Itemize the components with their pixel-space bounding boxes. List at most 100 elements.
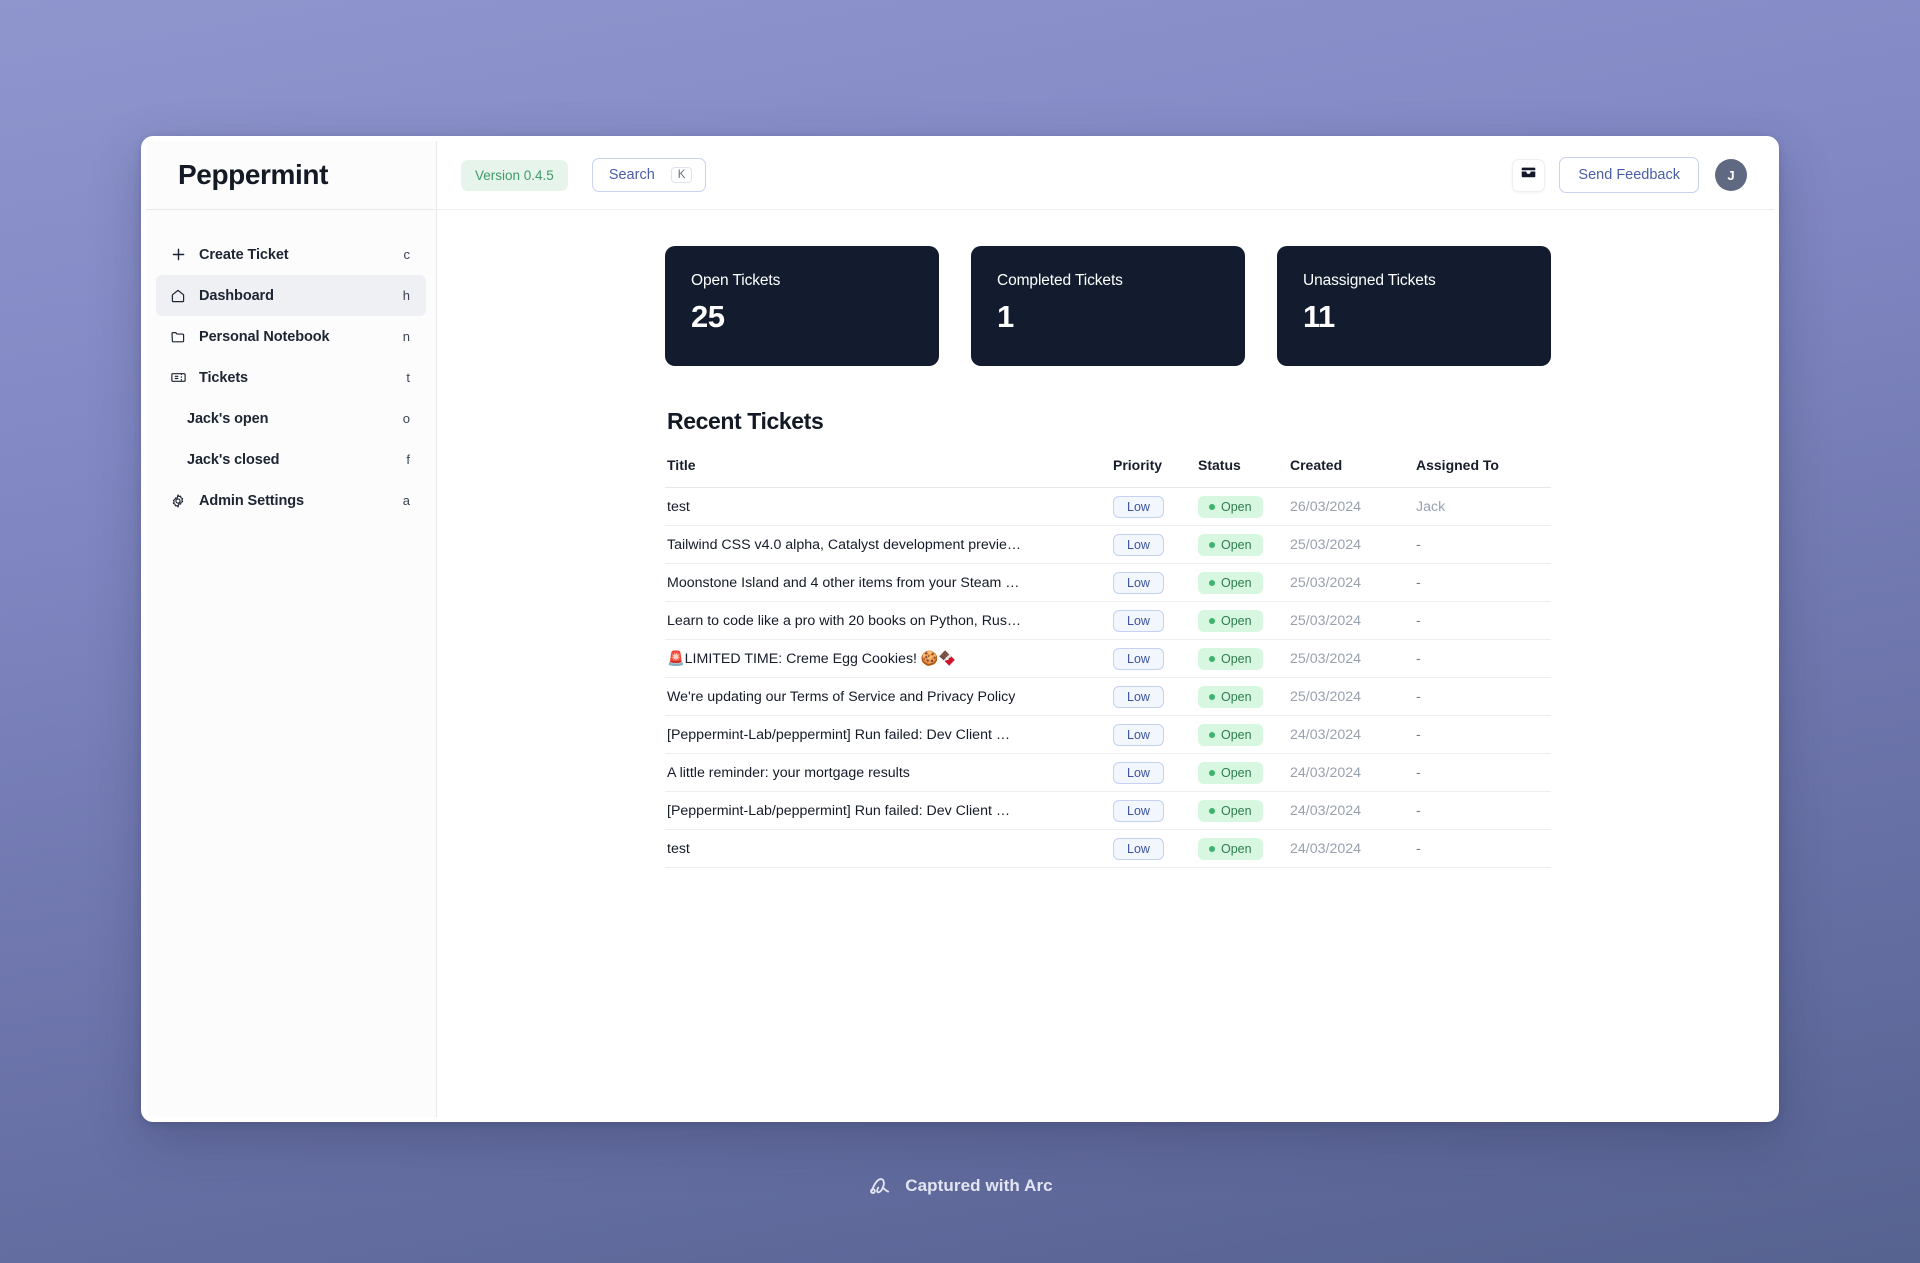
column-header-created: Created	[1288, 457, 1414, 488]
ticket-title-cell[interactable]: test	[665, 487, 1111, 526]
status-label: Open	[1221, 537, 1252, 552]
brand-title: Peppermint	[178, 159, 329, 190]
ticket-priority-cell: Low	[1111, 601, 1196, 640]
ticket-title-cell[interactable]: We're updating our Terms of Service and …	[665, 677, 1111, 716]
table-row[interactable]: [Peppermint-Lab/peppermint] Run failed: …	[665, 715, 1551, 754]
plus-icon	[168, 245, 188, 265]
table-row[interactable]: test Low Open 24/03/2024-	[665, 829, 1551, 868]
table-row[interactable]: Learn to code like a pro with 20 books o…	[665, 601, 1551, 640]
sidebar-item-admin-settings[interactable]: Admin Settings a	[156, 480, 426, 521]
priority-badge: Low	[1113, 723, 1164, 746]
status-label: Open	[1221, 841, 1252, 856]
sidebar-item-shortcut: n	[402, 329, 410, 344]
ticket-created-cell: 25/03/2024	[1288, 639, 1414, 678]
status-dot-icon	[1209, 655, 1215, 662]
sidebar-item-shortcut: c	[403, 247, 411, 262]
sidebar-item-jacks-closed[interactable]: Jack's closed f	[156, 439, 426, 480]
search-input[interactable]: Search K	[591, 158, 707, 192]
sidebar-item-label: Jack's open	[187, 410, 269, 427]
sidebar: Peppermint Create Ticket c Dashboard h P…	[146, 141, 437, 1117]
ticket-assigned-cell: -	[1414, 563, 1551, 602]
send-feedback-button[interactable]: Send Feedback	[1559, 157, 1699, 193]
dashboard-content: Open Tickets 25 Completed Tickets 1 Unas…	[437, 210, 1774, 1117]
sidebar-item-personal-notebook[interactable]: Personal Notebook n	[156, 316, 426, 357]
sidebar-item-tickets[interactable]: Tickets t	[156, 357, 426, 398]
stat-cards: Open Tickets 25 Completed Tickets 1 Unas…	[665, 246, 1551, 366]
table-row[interactable]: A little reminder: your mortgage results…	[665, 753, 1551, 792]
status-label: Open	[1221, 727, 1252, 742]
ticket-priority-cell: Low	[1111, 487, 1196, 526]
status-badge: Open	[1198, 761, 1263, 784]
table-row[interactable]: test Low Open 26/03/2024 Jack	[665, 487, 1551, 526]
sidebar-item-label: Personal Notebook	[199, 328, 330, 345]
ticket-status-cell: Open	[1196, 563, 1288, 602]
sidebar-item-dashboard[interactable]: Dashboard h	[156, 275, 426, 316]
sidebar-item-shortcut: h	[402, 288, 410, 303]
ticket-created-cell: 24/03/2024	[1288, 791, 1414, 830]
table-row[interactable]: Moonstone Island and 4 other items from …	[665, 563, 1551, 602]
ticket-title-cell[interactable]: Moonstone Island and 4 other items from …	[665, 563, 1111, 602]
status-label: Open	[1221, 651, 1252, 666]
ticket-status-cell: Open	[1196, 601, 1288, 640]
ticket-status-cell: Open	[1196, 487, 1288, 526]
status-badge: Open	[1198, 495, 1263, 518]
ticket-title-cell[interactable]: A little reminder: your mortgage results	[665, 753, 1111, 792]
ticket-priority-cell: Low	[1111, 715, 1196, 754]
status-dot-icon	[1209, 807, 1215, 814]
table-row[interactable]: We're updating our Terms of Service and …	[665, 677, 1551, 716]
table-row[interactable]: 🚨LIMITED TIME: Creme Egg Cookies! 🍪🍫 Low O…	[665, 639, 1551, 678]
ticket-icon	[168, 368, 188, 388]
ticket-created-cell: 25/03/2024	[1288, 563, 1414, 602]
status-badge: Open	[1198, 837, 1263, 860]
table-row[interactable]: [Peppermint-Lab/peppermint] Run failed: …	[665, 791, 1551, 830]
ticket-title-cell[interactable]: Tailwind CSS v4.0 alpha, Catalyst develo…	[665, 525, 1111, 564]
status-dot-icon	[1209, 693, 1215, 700]
ticket-priority-cell: Low	[1111, 525, 1196, 564]
ticket-title-cell[interactable]: test	[665, 829, 1111, 868]
table-header: Title Priority Status Created Assigned T…	[665, 457, 1551, 488]
topbar: Version 0.4.5 Search K Send Feedback J	[437, 141, 1774, 210]
ticket-status-cell: Open	[1196, 525, 1288, 564]
main-area: Version 0.4.5 Search K Send Feedback J O…	[437, 141, 1774, 1117]
status-label: Open	[1221, 689, 1252, 704]
version-badge: Version 0.4.5	[461, 159, 568, 191]
avatar[interactable]: J	[1715, 159, 1747, 191]
status-label: Open	[1221, 613, 1252, 628]
ticket-created-cell: 25/03/2024	[1288, 601, 1414, 640]
ticket-assigned-cell: Jack	[1414, 487, 1551, 526]
column-header-title: Title	[665, 457, 1111, 488]
inbox-button[interactable]	[1512, 158, 1546, 192]
ticket-assigned-cell: -	[1414, 715, 1551, 754]
sidebar-item-label: Tickets	[199, 369, 249, 386]
ticket-status-cell: Open	[1196, 753, 1288, 792]
ticket-status-cell: Open	[1196, 715, 1288, 754]
ticket-created-cell: 24/03/2024	[1288, 753, 1414, 792]
ticket-priority-cell: Low	[1111, 791, 1196, 830]
status-label: Open	[1221, 499, 1252, 514]
status-badge: Open	[1198, 799, 1263, 822]
folder-icon	[168, 327, 188, 347]
ticket-created-cell: 25/03/2024	[1288, 677, 1414, 716]
ticket-status-cell: Open	[1196, 677, 1288, 716]
priority-badge: Low	[1113, 571, 1164, 594]
sidebar-item-label: Create Ticket	[199, 246, 289, 263]
status-label: Open	[1221, 803, 1252, 818]
status-badge: Open	[1198, 609, 1263, 632]
ticket-assigned-cell: -	[1414, 639, 1551, 678]
ticket-title-cell[interactable]: [Peppermint-Lab/peppermint] Run failed: …	[665, 715, 1111, 754]
ticket-priority-cell: Low	[1111, 829, 1196, 868]
priority-badge: Low	[1113, 495, 1164, 518]
ticket-title-cell[interactable]: Learn to code like a pro with 20 books o…	[665, 601, 1111, 640]
sidebar-item-shortcut: t	[406, 370, 410, 385]
home-icon	[168, 286, 188, 306]
stat-card-value: 11	[1303, 299, 1335, 334]
ticket-assigned-cell: -	[1414, 829, 1551, 868]
status-label: Open	[1221, 765, 1252, 780]
sidebar-item-create-ticket[interactable]: Create Ticket c	[156, 234, 426, 275]
table-row[interactable]: Tailwind CSS v4.0 alpha, Catalyst develo…	[665, 525, 1551, 564]
sidebar-item-jacks-open[interactable]: Jack's open o	[156, 398, 426, 439]
ticket-title-cell[interactable]: 🚨LIMITED TIME: Creme Egg Cookies! 🍪🍫	[665, 639, 1111, 678]
sidebar-nav: Create Ticket c Dashboard h Personal Not…	[146, 210, 436, 521]
ticket-title-cell[interactable]: [Peppermint-Lab/peppermint] Run failed: …	[665, 791, 1111, 830]
status-badge: Open	[1198, 647, 1263, 670]
